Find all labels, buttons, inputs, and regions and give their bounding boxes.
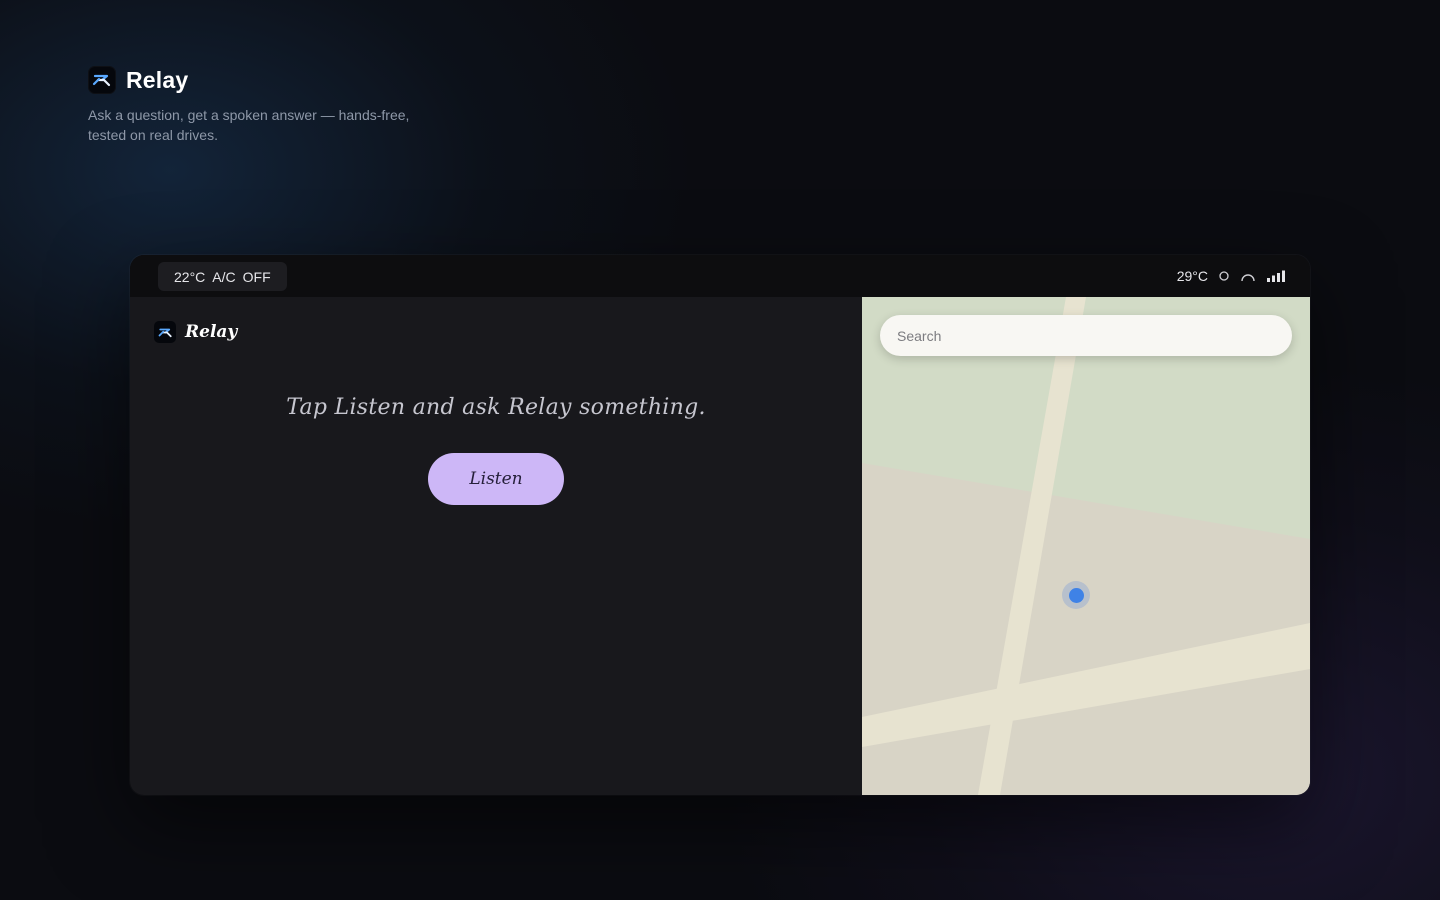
location-dot-core bbox=[1068, 587, 1084, 603]
header-brand: Relay bbox=[88, 66, 188, 94]
assistant-title: Relay bbox=[185, 322, 238, 342]
app-title: Relay bbox=[126, 66, 189, 93]
cabin-temperature: 22°C bbox=[174, 268, 206, 285]
assistant-prompt: Tap Listen and ask Relay something. bbox=[286, 395, 706, 420]
outside-temperature: 29°C bbox=[1176, 268, 1208, 284]
assistant-panel: Relay Tap Listen and ask Relay something… bbox=[130, 297, 862, 795]
relay-logo-icon bbox=[88, 66, 116, 94]
map-view[interactable] bbox=[862, 297, 1310, 795]
relay-logo-icon bbox=[154, 321, 176, 343]
ac-state: OFF bbox=[242, 268, 271, 285]
map-canvas bbox=[862, 297, 1310, 795]
ac-label: A/C bbox=[212, 268, 236, 285]
assistant-brand: Relay bbox=[154, 321, 237, 343]
circle-status-icon bbox=[1218, 270, 1230, 282]
signal-bars-icon bbox=[1266, 270, 1286, 282]
map-search-input[interactable] bbox=[880, 315, 1292, 356]
app-tagline: Ask a question, get a spoken answer — ha… bbox=[88, 107, 410, 143]
status-bar: 22°C A/C OFF 29°C bbox=[130, 255, 1310, 297]
car-display: 22°C A/C OFF 29°C Relay Tap Listen and a… bbox=[130, 255, 1310, 795]
arc-status-icon bbox=[1240, 270, 1256, 282]
listen-button[interactable]: Listen bbox=[428, 453, 564, 505]
status-indicators: 29°C bbox=[1177, 255, 1286, 297]
current-location-dot bbox=[1062, 581, 1090, 609]
climate-control[interactable]: 22°C A/C OFF bbox=[158, 262, 287, 291]
